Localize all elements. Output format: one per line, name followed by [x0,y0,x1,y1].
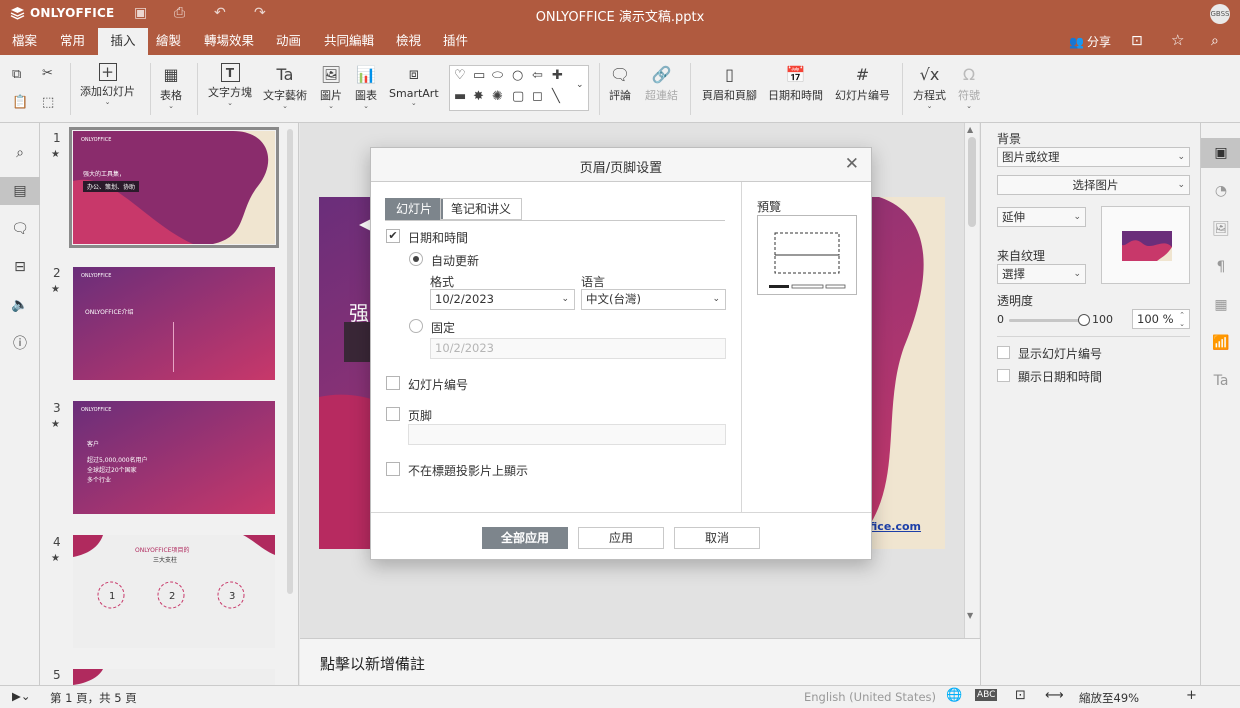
tab-underline [385,220,725,221]
fixed-label: 固定 [431,321,456,335]
language-value: 中文(台灣) [586,292,641,306]
modal-overlay: 页眉/页脚设置 ✕ 幻灯片 笔记和讲义 ✔ 日期和時間 自动更新 格式 10/2… [0,0,1240,708]
header-footer-dialog: 页眉/页脚设置 ✕ 幻灯片 笔记和讲义 ✔ 日期和時間 自动更新 格式 10/2… [370,147,872,560]
fixed-radio[interactable] [409,319,423,333]
dialog-footer-divider [371,512,871,513]
preview-label: 預覽 [757,200,782,214]
chevron-down-icon: ⌄ [561,294,569,304]
format-value: 10/2/2023 [435,292,494,306]
hide-title-slide-label: 不在標題投影片上顯示 [408,464,529,478]
tab-notes-handouts[interactable]: 笔记和讲义 [440,198,523,220]
datetime-label: 日期和時間 [408,231,469,245]
dialog-header: 页眉/页脚设置 ✕ [371,148,871,182]
footer-input[interactable] [408,424,726,445]
auto-update-radio[interactable] [409,252,423,266]
dialog-vertical-divider [741,182,742,512]
preview-box [757,215,857,295]
language-label: 语言 [581,275,606,289]
format-label: 格式 [430,275,455,289]
fixed-date-input[interactable]: 10/2/2023 [430,338,726,359]
preview-illustration [769,232,846,289]
slide-number-label: 幻灯片编号 [408,378,469,392]
cancel-button[interactable]: 取消 [674,527,760,549]
apply-button[interactable]: 应用 [578,527,664,549]
format-select[interactable]: 10/2/2023 ⌄ [430,289,575,310]
apply-all-button[interactable]: 全部应用 [482,527,568,549]
hide-title-slide-checkbox[interactable] [386,462,400,476]
footer-label: 页脚 [408,409,433,423]
tab-slide[interactable]: 幻灯片 [385,198,444,220]
language-select[interactable]: 中文(台灣) ⌄ [581,289,726,310]
close-icon[interactable]: ✕ [845,154,859,174]
auto-update-label: 自动更新 [431,254,480,268]
fixed-date-value: 10/2/2023 [435,341,494,355]
datetime-checkbox[interactable]: ✔ [386,229,400,243]
dialog-title: 页眉/页脚设置 [579,161,663,176]
checkmark-icon: ✔ [388,229,398,242]
footer-checkbox[interactable] [386,407,400,421]
slide-number-checkbox[interactable] [386,376,400,390]
chevron-down-icon: ⌄ [712,294,720,304]
